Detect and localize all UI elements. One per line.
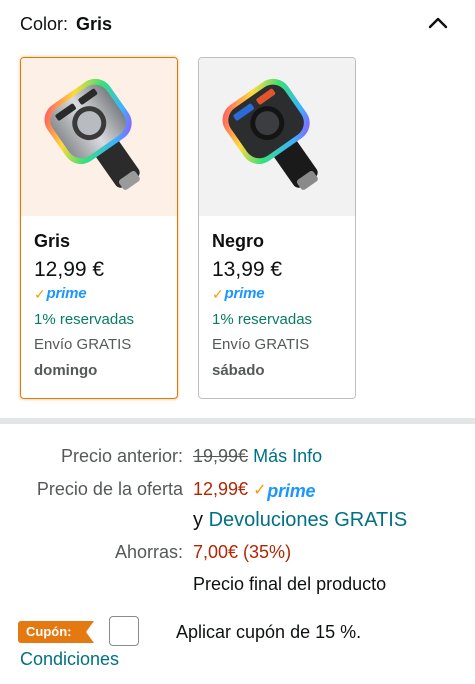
- previous-price-value: 19,99€: [193, 446, 249, 466]
- product-image-gris: [21, 58, 177, 216]
- previous-price-label: Precio anterior:: [60, 446, 183, 466]
- previous-price-row: Precio anterior: 19,99€ Más Info: [0, 443, 475, 469]
- returns-prefix: y: [193, 509, 203, 531]
- color-variants: Gris 12,99 € ✓ prime 1% reservadas Envío …: [20, 57, 360, 399]
- apply-coupon-checkbox[interactable]: [109, 616, 139, 646]
- section-divider: [0, 418, 475, 424]
- coupon-badge: Cupón:: [18, 621, 86, 643]
- selected-color-value: Gris: [76, 14, 113, 34]
- variant-card-negro[interactable]: Negro 13,99 € ✓ prime 1% reservadas Envío…: [198, 57, 356, 399]
- prime-check-icon: ✓: [253, 482, 267, 499]
- final-price-note: Precio final del producto: [193, 574, 387, 594]
- prime-check-icon: ✓: [212, 286, 224, 302]
- offer-price-label: Precio de la oferta: [36, 479, 183, 499]
- offer-price-value: 12,99€: [193, 479, 249, 499]
- coupon-row: Cupón: Aplicar cupón de 15 %.: [18, 616, 458, 646]
- prime-badge: ✓ prime: [253, 481, 316, 501]
- color-label: Color:: [20, 14, 69, 34]
- variant-reserved: 1% reservadas: [34, 311, 135, 328]
- variant-shipping: Envío GRATIS: [34, 336, 132, 353]
- final-price-row: Precio final del producto: [0, 571, 475, 597]
- coupon-conditions-link[interactable]: Condiciones: [20, 647, 119, 671]
- coupon-badge-notch: [86, 621, 94, 643]
- free-returns-link[interactable]: Devoluciones GRATIS: [209, 509, 408, 531]
- prime-badge: ✓ prime: [34, 285, 87, 303]
- color-selector-header: Color: Gris: [20, 12, 112, 36]
- variant-delivery-day: domingo: [34, 362, 98, 379]
- savings-row: Ahorras: 7,00€ (35%): [0, 539, 475, 565]
- prime-badge: ✓ prime: [212, 285, 265, 303]
- returns-row: y Devoluciones GRATIS: [0, 507, 475, 533]
- variant-name: Gris: [34, 231, 71, 251]
- savings-label: Ahorras:: [114, 542, 183, 562]
- prime-check-icon: ✓: [34, 286, 46, 302]
- apply-coupon-text: Aplicar cupón de 15 %.: [176, 622, 362, 642]
- variant-name: Negro: [212, 231, 265, 251]
- variant-delivery-day: sábado: [212, 362, 265, 379]
- variant-price: 13,99 €: [212, 258, 283, 281]
- offer-price-row: Precio de la oferta 12,99€ ✓ prime: [0, 476, 475, 502]
- variant-price: 12,99 €: [34, 258, 105, 281]
- variant-reserved: 1% reservadas: [212, 311, 313, 328]
- variant-card-gris[interactable]: Gris 12,99 € ✓ prime 1% reservadas Envío …: [20, 57, 178, 399]
- product-image-negro: [199, 58, 355, 216]
- chevron-up-icon[interactable]: [427, 12, 449, 34]
- variant-shipping: Envío GRATIS: [212, 336, 310, 353]
- more-info-link[interactable]: Más Info: [253, 446, 322, 466]
- savings-value: 7,00€ (35%): [193, 542, 292, 562]
